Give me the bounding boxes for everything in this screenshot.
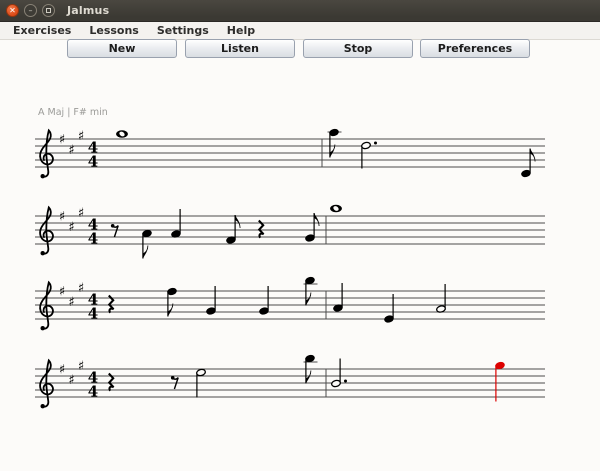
key-sharp: ♯: [59, 363, 65, 378]
note-head: [361, 141, 371, 149]
menu-settings[interactable]: Settings: [148, 22, 218, 40]
menu-bar: Exercises Lessons Settings Help: [0, 22, 600, 40]
whole-note: [116, 130, 128, 137]
treble-clef-dot: [41, 404, 45, 408]
treble-clef-icon: [40, 282, 53, 328]
note-head: [305, 234, 315, 242]
menu-exercises[interactable]: Exercises: [4, 22, 80, 40]
treble-clef-icon: [40, 207, 53, 253]
whole-note: [330, 205, 342, 212]
quarter-rest: [109, 296, 114, 313]
note-head: [305, 276, 315, 284]
whole-note-hole: [332, 205, 339, 212]
note-head: [331, 379, 341, 387]
time-signature: 4: [88, 305, 98, 323]
menu-help[interactable]: Help: [218, 22, 264, 40]
eighth-flag: [306, 293, 311, 306]
treble-clef-dot: [41, 326, 45, 330]
key-sharp: ♯: [68, 373, 74, 388]
augmentation-dot: [344, 380, 347, 383]
note-head: [196, 368, 206, 376]
key-signature-label: A Maj | F# min: [38, 107, 108, 118]
key-sharp: ♯: [59, 285, 65, 300]
note-head: [167, 287, 177, 295]
eighth-flag: [235, 215, 240, 228]
whole-note-hole: [118, 131, 125, 138]
eighth-flag: [306, 371, 311, 384]
treble-clef-dot: [41, 251, 45, 255]
score-canvas: ♯♯♯44♯♯♯44♯♯♯44♯♯♯44: [0, 0, 600, 471]
key-sharp: ♯: [78, 129, 84, 144]
key-sharp: ♯: [59, 210, 65, 225]
key-sharp: ♯: [68, 143, 74, 158]
jalmus-window: ✕ – Jalmus Exercises Lessons Settings He…: [0, 0, 600, 471]
preferences-button[interactable]: Preferences: [420, 39, 530, 58]
eighth-flag: [314, 213, 319, 226]
window-title: Jalmus: [67, 4, 109, 17]
treble-clef-dot: [41, 174, 45, 178]
window-controls: ✕ –: [6, 4, 55, 17]
time-signature: 4: [88, 139, 98, 157]
note-head: [436, 305, 446, 313]
close-button-icon[interactable]: ✕: [6, 4, 19, 17]
key-sharp: ♯: [59, 133, 65, 148]
note-head: [305, 354, 315, 362]
eighth-rest-dot: [111, 224, 115, 228]
note-head: [226, 236, 236, 244]
note-head: [206, 307, 216, 315]
eighth-rest: [173, 378, 178, 389]
time-signature: 4: [88, 153, 98, 171]
treble-clef-icon: [40, 130, 53, 176]
key-sharp: ♯: [68, 220, 74, 235]
eighth-flag: [330, 145, 335, 158]
note-head: [171, 230, 181, 238]
eighth-rest: [113, 226, 118, 237]
minimize-button-icon[interactable]: –: [24, 4, 37, 17]
key-sharp: ♯: [68, 295, 74, 310]
stop-button[interactable]: Stop: [303, 39, 413, 58]
note-head: [259, 307, 269, 315]
listen-button[interactable]: Listen: [185, 39, 295, 58]
eighth-flag: [143, 246, 148, 259]
time-signature: 4: [88, 383, 98, 401]
augmentation-dot: [374, 142, 377, 145]
time-signature: 4: [88, 216, 98, 234]
note-head: [329, 128, 339, 136]
time-signature: 4: [88, 230, 98, 248]
time-signature: 4: [88, 369, 98, 387]
time-signature: 4: [88, 291, 98, 309]
menu-lessons[interactable]: Lessons: [80, 22, 148, 40]
note-head: [333, 304, 343, 312]
quarter-rest: [109, 374, 114, 391]
quarter-rest: [259, 221, 264, 238]
maximize-button-icon[interactable]: [42, 4, 55, 17]
key-sharp: ♯: [78, 281, 84, 296]
key-sharp: ♯: [78, 359, 84, 374]
eighth-flag: [168, 304, 173, 317]
key-sharp: ♯: [78, 206, 84, 221]
new-button[interactable]: New: [67, 39, 177, 58]
title-bar: ✕ – Jalmus: [0, 0, 600, 22]
note-head: [495, 361, 505, 369]
treble-clef-icon: [40, 360, 53, 406]
note-head: [521, 169, 531, 177]
note-head: [384, 315, 394, 323]
eighth-flag: [530, 149, 535, 162]
note-head: [142, 229, 152, 237]
eighth-rest-dot: [171, 376, 175, 380]
